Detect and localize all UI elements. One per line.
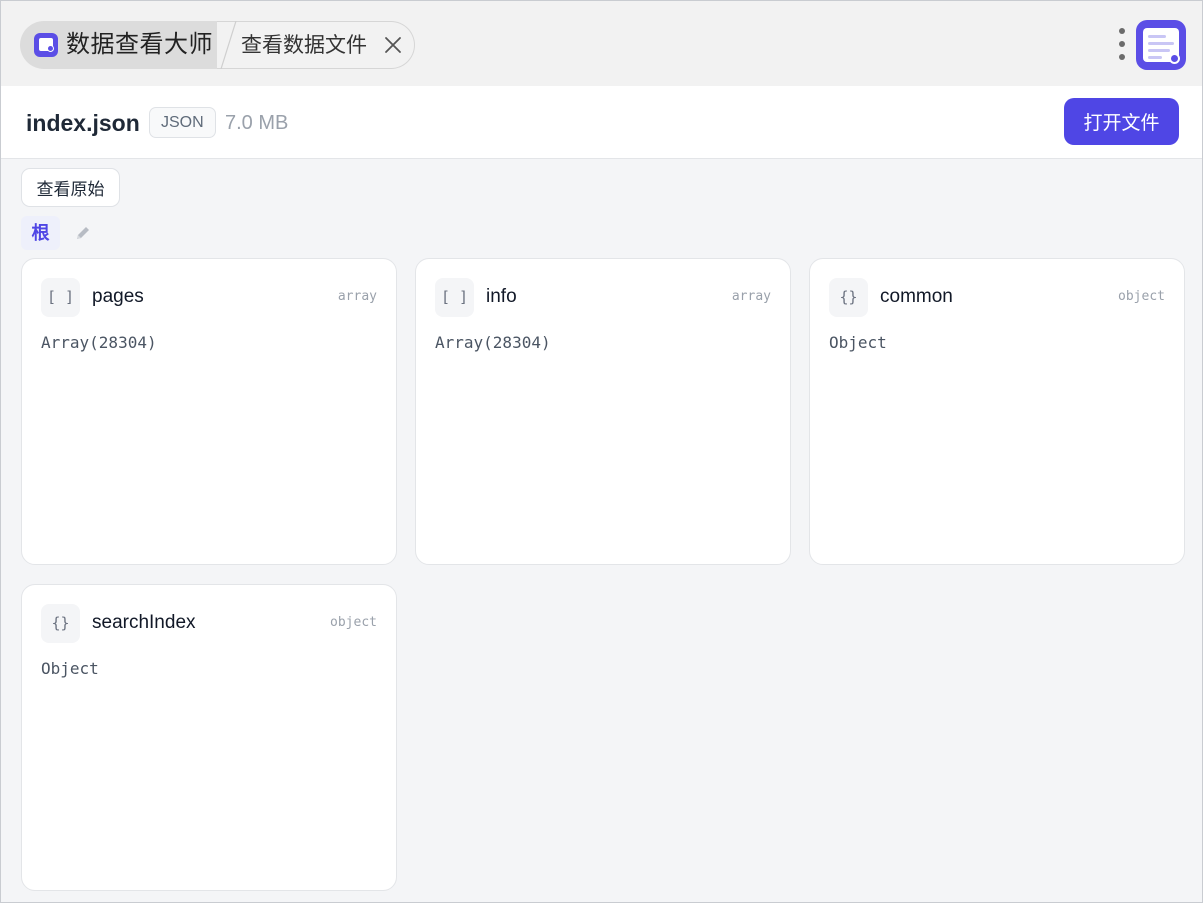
array-icon: [ ] [41,278,80,317]
card-info[interactable]: [ ] info array Array(28304) [415,258,791,565]
view-raw-button[interactable]: 查看原始 [21,168,120,207]
app-window: 数据查看大师 查看数据文件 index.json JSON 7.0 MB 打开文… [0,0,1203,903]
app-title: 数据查看大师 [66,31,213,58]
app-tab[interactable]: 数据查看大师 [20,21,236,69]
file-size: 7.0 MB [225,112,289,134]
card-preview: Object [41,659,99,678]
tab-divider [220,21,237,69]
card-common[interactable]: {} common object Object [809,258,1185,565]
card-preview: Array(28304) [41,333,157,352]
array-icon: [ ] [435,278,474,317]
file-header: index.json JSON 7.0 MB 打开文件 [1,86,1202,159]
card-pages[interactable]: [ ] pages array Array(28304) [21,258,397,565]
close-icon[interactable] [383,35,403,55]
card-searchindex[interactable]: {} searchIndex object Object [21,584,397,891]
file-type-badge: JSON [149,107,216,138]
more-vertical-icon[interactable] [1115,26,1129,62]
card-key: searchIndex [92,612,196,633]
open-file-button[interactable]: 打开文件 [1064,98,1179,145]
card-key: info [486,286,517,307]
breadcrumb-root[interactable]: 根 [21,216,60,250]
tab-document-label: 查看数据文件 [241,34,367,57]
object-icon: {} [41,604,80,643]
card-type: array [731,289,771,304]
tab-document[interactable]: 查看数据文件 [217,21,415,69]
card-preview: Object [829,333,887,352]
object-icon: {} [829,278,868,317]
pencil-icon[interactable] [75,225,91,241]
file-name: index.json [26,110,140,136]
app-logo-icon [34,33,58,57]
card-type: object [1118,289,1165,304]
card-key: pages [92,286,144,307]
document-search-icon[interactable] [1136,20,1186,70]
card-type: array [337,289,377,304]
card-key: common [880,286,953,307]
title-bar: 数据查看大师 查看数据文件 [1,1,1202,86]
card-preview: Array(28304) [435,333,551,352]
card-type: object [330,615,377,630]
